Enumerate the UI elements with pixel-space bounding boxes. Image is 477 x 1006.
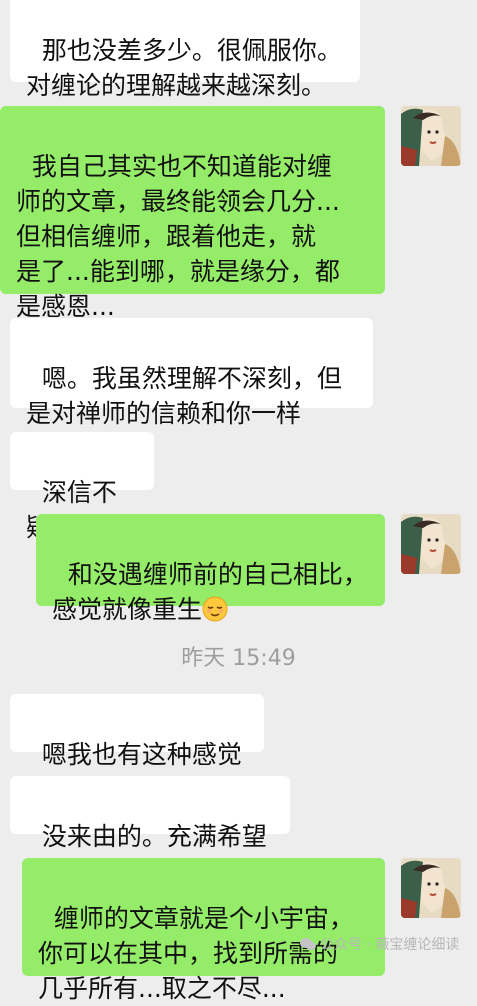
message-bubble-incoming[interactable]: 嗯我也有这种感觉: [10, 694, 264, 769]
message-bubble-incoming[interactable]: 嗯。我虽然理解不深刻，但 是对禅师的信赖和你一样: [10, 318, 373, 428]
message-text: 没来由的。充满希望: [41, 822, 267, 851]
timestamp: 昨天 15:49: [181, 646, 296, 671]
wechat-official-account-icon: [300, 938, 316, 950]
message-bubble-incoming[interactable]: 那也没差多少。很佩服你。 对缠论的理解越来越深刻。: [10, 0, 360, 100]
message-text: 嗯。我虽然理解不深刻，但 是对禅师的信赖和你一样: [26, 364, 342, 428]
message-text: 嗯我也有这种感觉: [41, 740, 242, 769]
message-bubble-outgoing[interactable]: 我自己其实也不知道能对缠 师的文章，最终能领会几分... 但相信缠师，跟着他走，…: [0, 106, 385, 321]
message-bubble-outgoing[interactable]: 缠师的文章就是个小宇宙， 你可以在其中，找到所需的 几乎所有...取之不尽...: [22, 858, 385, 1003]
avatar[interactable]: [401, 106, 461, 166]
message-text: 那也没差多少。很佩服你。 对缠论的理解越来越深刻。: [26, 36, 342, 100]
avatar[interactable]: [401, 514, 461, 574]
avatar[interactable]: [401, 858, 461, 918]
message-text: 我自己其实也不知道能对缠 师的文章，最终能领会几分... 但相信缠师，跟着他走，…: [16, 152, 340, 321]
avatar-portrait-icon: [401, 858, 461, 918]
avatar-portrait-icon: [401, 514, 461, 574]
relieved-face-icon: [202, 596, 228, 622]
watermark: 公众号 · 薇宝缠论细读: [300, 934, 459, 954]
message-bubble-incoming[interactable]: 没来由的。充满希望: [10, 776, 290, 851]
watermark-text: 公众号 · 薇宝缠论细读: [320, 937, 460, 953]
message-bubble-incoming[interactable]: 深信不疑: [10, 432, 154, 542]
message-bubble-outgoing[interactable]: 和没遇缠师前的自己相比， 感觉就像重生: [36, 514, 385, 624]
avatar-portrait-icon: [401, 106, 461, 166]
